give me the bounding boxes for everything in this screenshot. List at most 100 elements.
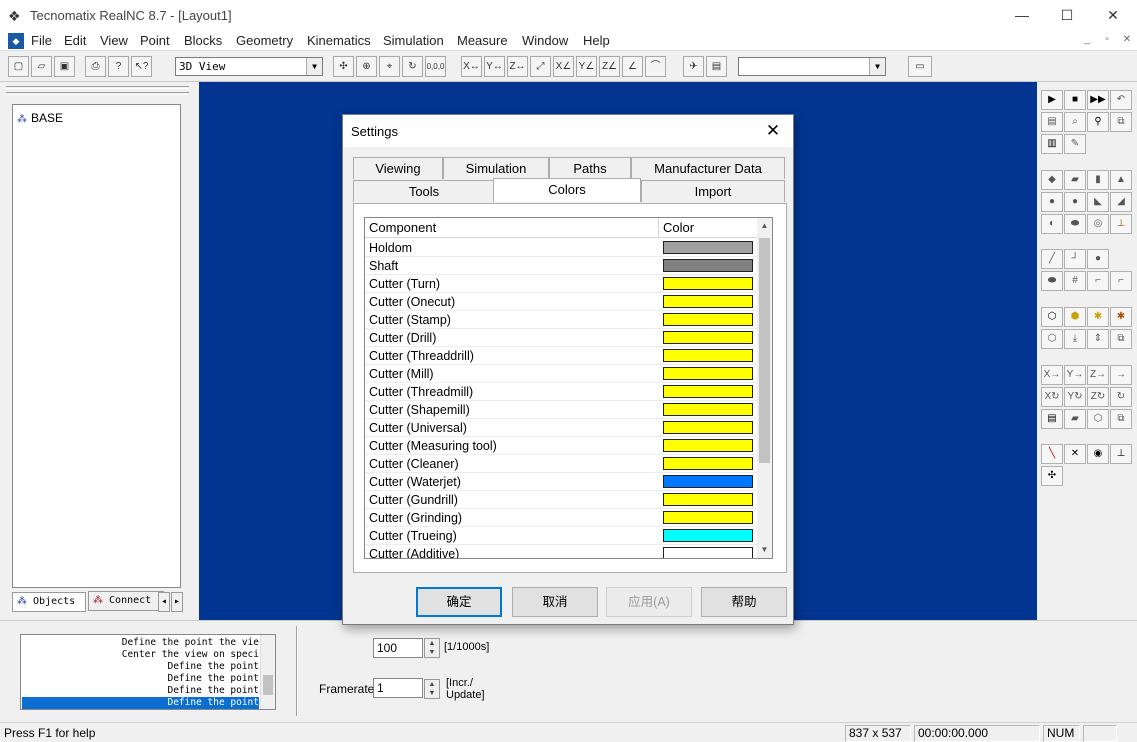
tab-manufacturer-data[interactable]: Manufacturer Data	[631, 157, 785, 179]
copy-icon[interactable]: ⧉	[1110, 112, 1132, 132]
log-scroll-thumb[interactable]	[263, 675, 273, 695]
cross-icon[interactable]: ✕	[1064, 444, 1086, 464]
color-row[interactable]: Cutter (Measuring tool)	[365, 437, 757, 455]
arc-icon[interactable]: ⌒	[645, 56, 666, 77]
cone-icon[interactable]: ▲	[1110, 170, 1132, 190]
arc-icon[interactable]: ⌐	[1110, 271, 1132, 291]
log-scrollbar[interactable]	[260, 635, 275, 709]
color-row[interactable]: Cutter (Trueing)	[365, 527, 757, 545]
measure-diag-icon[interactable]: ⤢	[530, 56, 551, 77]
print-icon[interactable]: ⎙	[85, 56, 106, 77]
interval-input[interactable]: 100	[373, 638, 423, 658]
circle-icon[interactable]: ●	[1087, 249, 1109, 269]
stop-icon[interactable]: ■	[1064, 90, 1086, 110]
menu-blocks[interactable]: Blocks	[181, 33, 225, 48]
document-icon[interactable]: ◆	[8, 33, 24, 49]
ellipse-icon[interactable]: ◐	[1041, 214, 1063, 234]
wedge-icon[interactable]: ◣	[1087, 192, 1109, 212]
color-row[interactable]: Cutter (Stamp)	[365, 311, 757, 329]
color-swatch[interactable]	[663, 547, 753, 558]
split-icon[interactable]: ⇕	[1087, 329, 1109, 349]
close-button[interactable]: ✕	[1090, 0, 1136, 31]
color-swatch[interactable]	[663, 295, 753, 308]
view-select[interactable]: 3D View ▼	[175, 57, 323, 76]
color-swatch[interactable]	[663, 331, 753, 344]
color-row[interactable]: Holdom	[365, 239, 757, 257]
diagonal-line-icon[interactable]: ╲	[1041, 444, 1063, 464]
chevron-down-icon[interactable]: ▼	[306, 58, 322, 75]
machine-icon[interactable]: ✈	[683, 56, 704, 77]
measure-x-icon[interactable]: X↔	[461, 56, 482, 77]
axis-icon[interactable]: ⌖	[379, 56, 400, 77]
stack-icon[interactable]: ⧉	[1110, 329, 1132, 349]
frame-icon[interactable]: ⊥	[1110, 444, 1132, 464]
yellow-cube-icon[interactable]: ⬢	[1064, 307, 1086, 327]
tab-viewing[interactable]: Viewing	[353, 157, 443, 179]
move-y-icon[interactable]: Y→	[1064, 365, 1086, 385]
angle-icon[interactable]: ∠	[622, 56, 643, 77]
snap-icon[interactable]: ✣	[333, 56, 354, 77]
color-swatch[interactable]	[663, 277, 753, 290]
ring-icon[interactable]: ◎	[1087, 214, 1109, 234]
color-swatch[interactable]	[663, 493, 753, 506]
light-bulb-icon[interactable]: ✱	[1087, 307, 1109, 327]
sphere-icon[interactable]: ●	[1041, 192, 1063, 212]
open-folder-icon[interactable]: ▱	[31, 56, 52, 77]
dialog-close-icon[interactable]: ✕	[761, 119, 785, 143]
tab-tools[interactable]: Tools	[353, 180, 495, 202]
fast-forward-icon[interactable]: ▶▶	[1087, 90, 1109, 110]
new-file-icon[interactable]: ▢	[8, 56, 29, 77]
list-scroll-thumb[interactable]	[759, 238, 770, 463]
color-row[interactable]: Cutter (Mill)	[365, 365, 757, 383]
drop-icon[interactable]: ⤓	[1064, 329, 1086, 349]
window-icon[interactable]: ▤	[1041, 409, 1063, 429]
menu-help[interactable]: Help	[580, 33, 613, 48]
tab-simulation[interactable]: Simulation	[443, 157, 549, 179]
tab-connect[interactable]: ⁂ Connect	[88, 591, 164, 611]
grip-bar[interactable]	[6, 92, 189, 95]
color-row[interactable]: Cutter (Shapemill)	[365, 401, 757, 419]
color-swatch[interactable]	[663, 439, 753, 452]
mdi-restore-icon[interactable]: ▫	[1098, 34, 1116, 48]
measure-y-icon[interactable]: Y↔	[484, 56, 505, 77]
tab-scroll-left-icon[interactable]: ◂	[158, 592, 170, 612]
measure-xa-icon[interactable]: X∠	[553, 56, 574, 77]
interval-spinner[interactable]: ▲ ▼	[424, 638, 440, 658]
menu-view[interactable]: View	[97, 33, 131, 48]
maximize-button[interactable]: ☐	[1044, 0, 1090, 31]
tab-paths[interactable]: Paths	[549, 157, 631, 179]
grip-bar[interactable]	[6, 86, 189, 89]
mdi-minimize-icon[interactable]: _	[1078, 34, 1096, 48]
cube-transform-icon[interactable]: ⬡	[1087, 409, 1109, 429]
color-row[interactable]: Cutter (Cleaner)	[365, 455, 757, 473]
apply-button[interactable]: 应用(A)	[606, 587, 692, 617]
color-row[interactable]: Shaft	[365, 257, 757, 275]
oval-icon[interactable]: ⬬	[1064, 214, 1086, 234]
color-swatch[interactable]	[663, 457, 753, 470]
color-row[interactable]: Cutter (Threaddrill)	[365, 347, 757, 365]
save-icon[interactable]: ▣	[54, 56, 75, 77]
list-icon[interactable]: ▤	[1041, 112, 1063, 132]
help-icon[interactable]: ?	[108, 56, 129, 77]
mdi-close-icon[interactable]: ✕	[1118, 34, 1136, 48]
color-swatch[interactable]	[663, 511, 753, 524]
tab-colors[interactable]: Colors	[493, 178, 641, 202]
color-swatch[interactable]	[663, 313, 753, 326]
color-swatch[interactable]	[663, 259, 753, 272]
table-icon[interactable]: ▥	[1041, 134, 1063, 154]
color-row[interactable]: Cutter (Drill)	[365, 329, 757, 347]
splitter[interactable]	[296, 626, 298, 716]
screen-icon[interactable]: ▭	[908, 56, 932, 77]
box-icon[interactable]: ◆	[1041, 170, 1063, 190]
column-header-component[interactable]: Component	[365, 218, 659, 238]
cancel-button[interactable]: 取消	[512, 587, 598, 617]
light-settings-icon[interactable]: ✱	[1110, 307, 1132, 327]
color-row[interactable]: Cutter (Waterjet)	[365, 473, 757, 491]
scroll-up-icon[interactable]: ▲	[757, 218, 772, 234]
message-log[interactable]: Define the point the vie Center the view…	[20, 634, 276, 710]
color-row[interactable]: Cutter (Turn)	[365, 275, 757, 293]
grid-icon[interactable]: #	[1064, 271, 1086, 291]
scroll-down-icon[interactable]: ▼	[757, 542, 772, 558]
cube-edit-icon[interactable]: ⬡	[1041, 329, 1063, 349]
color-row[interactable]: Cutter (Onecut)	[365, 293, 757, 311]
